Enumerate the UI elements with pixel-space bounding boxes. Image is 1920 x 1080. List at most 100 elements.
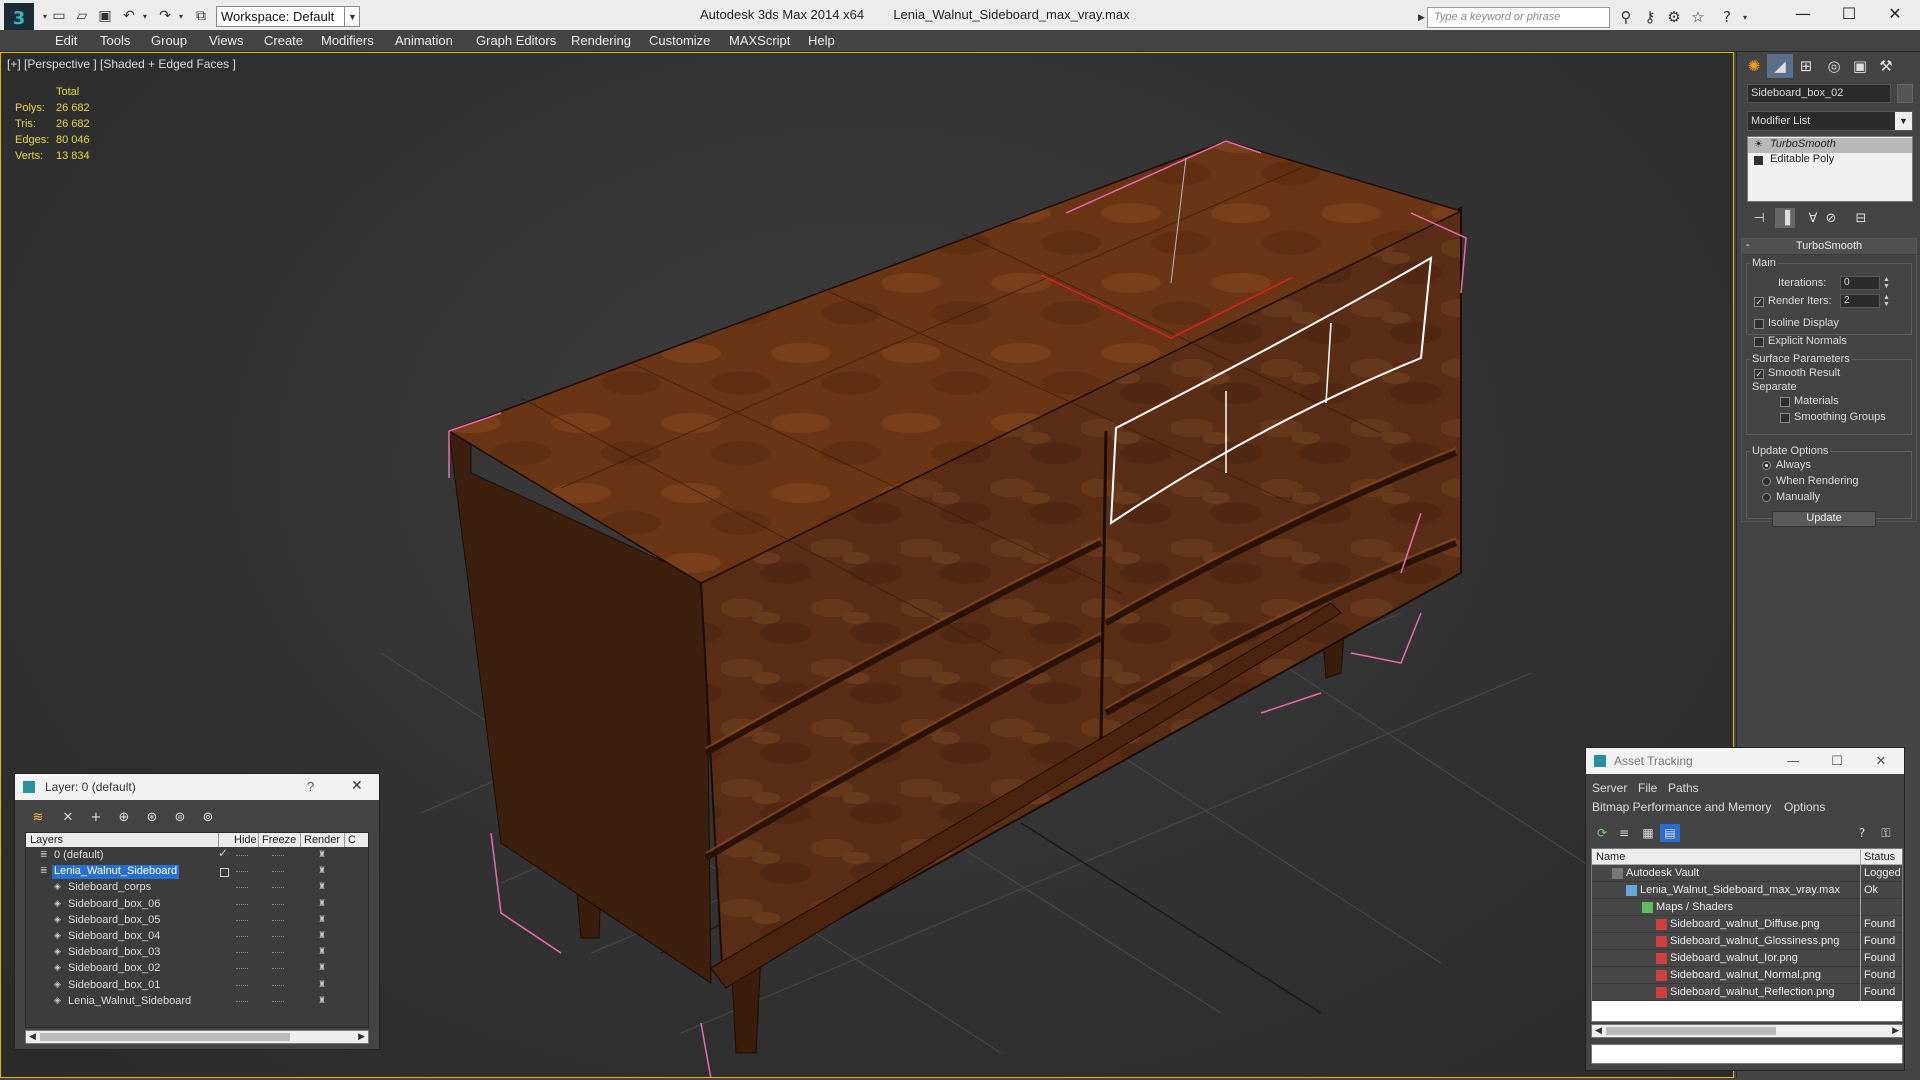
asset-path-field[interactable] — [1591, 1044, 1903, 1064]
column-freeze[interactable]: Freeze — [262, 834, 296, 846]
viewport-label[interactable]: [+] [Perspective ] [Shaded + Edged Faces… — [7, 57, 236, 71]
menu-modifiers[interactable]: Modifiers — [321, 33, 374, 48]
freeze-toggle[interactable] — [272, 887, 284, 889]
freeze-toggle[interactable] — [272, 855, 284, 857]
layer-object-row[interactable]: ◈ Sideboard_box_02 ♜ — [26, 961, 368, 977]
delete-layer-icon[interactable]: ✕ — [59, 808, 77, 826]
hierarchy-tab-icon[interactable]: ⊞ — [1793, 54, 1819, 78]
render-teapot-icon[interactable]: ♜ — [318, 867, 329, 876]
layer-object-row[interactable]: ◈ Lenia_Walnut_Sideboard ♜ — [26, 994, 368, 1010]
explicit-normals-checkbox[interactable] — [1754, 337, 1764, 347]
lightbulb-icon[interactable]: ☀ — [1754, 139, 1763, 150]
iterations-spinner[interactable]: 0 — [1840, 276, 1880, 290]
asset-row[interactable]: Sideboard_walnut_Glossiness.png Found — [1592, 933, 1902, 950]
menu-animation[interactable]: Animation — [395, 33, 453, 48]
undo-dropdown-icon[interactable]: ▾ — [136, 7, 154, 25]
hide-all-layers-icon[interactable]: ⊚ — [199, 808, 217, 826]
close-button[interactable]: ✕ — [1870, 751, 1892, 771]
add-to-layer-icon[interactable]: ⊕ — [115, 808, 133, 826]
expand-icon[interactable] — [1754, 156, 1763, 165]
layer-name[interactable]: 0 (default) — [52, 849, 106, 863]
set-current-layer-box[interactable] — [220, 868, 229, 878]
materials-checkbox[interactable] — [1780, 397, 1790, 407]
render-teapot-icon[interactable]: ♜ — [318, 899, 329, 909]
help-button[interactable]: ? — [307, 779, 314, 794]
layer-object-row[interactable]: ◈ Sideboard_corps ♜ — [26, 880, 368, 896]
refresh-icon[interactable]: ⟳ — [1592, 824, 1612, 842]
hide-toggle[interactable] — [236, 871, 248, 873]
menu-help[interactable]: Help — [808, 33, 835, 48]
stack-item-editable-poly[interactable]: Editable Poly — [1748, 153, 1912, 168]
hide-toggle[interactable] — [236, 968, 248, 970]
scrollbar-thumb[interactable] — [1606, 1027, 1776, 1035]
collapse-icon[interactable]: - — [1746, 239, 1750, 251]
rollout-header[interactable]: - TurboSmooth — [1742, 239, 1916, 255]
create-layer-icon[interactable]: + — [87, 808, 105, 826]
asset-window-titlebar[interactable]: Asset Tracking — ☐ ✕ — [1586, 748, 1904, 774]
smoothing-groups-checkbox[interactable] — [1780, 413, 1790, 423]
layer-name[interactable]: Sideboard_box_05 — [66, 914, 162, 928]
freeze-toggle[interactable] — [272, 952, 284, 954]
minimize-button[interactable]: — — [1782, 751, 1804, 771]
key-icon[interactable]: ⚷ — [1641, 8, 1659, 26]
pin-stack-icon[interactable]: ⊣ — [1749, 208, 1769, 228]
column-status[interactable]: Status — [1864, 851, 1895, 863]
smooth-result-checkbox[interactable]: ✓ — [1754, 369, 1764, 379]
freeze-toggle[interactable] — [272, 871, 284, 873]
asset-menu-bitmap-performance[interactable]: Bitmap Performance and Memory — [1592, 800, 1771, 814]
subscription-icon[interactable]: ⚙ — [1665, 8, 1683, 26]
menu-group[interactable]: Group — [151, 33, 187, 48]
list-view-icon[interactable]: ≡ — [1614, 824, 1634, 842]
maximize-button[interactable]: ☐ — [1826, 0, 1872, 26]
render-teapot-icon[interactable]: ♜ — [318, 996, 329, 1006]
table-view-icon[interactable]: ▤ — [1660, 824, 1680, 842]
search-input[interactable]: Type a keyword or phrase — [1427, 7, 1610, 28]
asset-menu-options[interactable]: Options — [1784, 800, 1825, 814]
layer-object-row[interactable]: ◈ Sideboard_box_01 ♜ — [26, 978, 368, 994]
column-hide[interactable]: Hide — [234, 834, 257, 846]
hide-toggle[interactable] — [236, 1000, 248, 1003]
render-teapot-icon[interactable]: ♜ — [318, 932, 329, 941]
layer-object-row[interactable]: ◈ Sideboard_box_05 ♜ — [26, 913, 368, 929]
asset-menu-server[interactable]: Server — [1592, 781, 1627, 795]
layer-object-row[interactable]: ◈ Sideboard_box_03 ♜ — [26, 945, 368, 961]
minimize-button[interactable]: — — [1780, 0, 1826, 26]
create-tab-icon[interactable]: ✺ — [1741, 54, 1767, 78]
asset-menu-paths[interactable]: Paths — [1668, 781, 1699, 795]
layer-name[interactable]: Sideboard_box_03 — [66, 946, 162, 960]
configure-sets-icon[interactable]: ⊟ — [1851, 208, 1871, 228]
render-teapot-icon[interactable]: ♜ — [318, 980, 329, 990]
isoline-display-checkbox[interactable] — [1754, 319, 1764, 329]
utilities-tab-icon[interactable]: ⚒ — [1873, 54, 1899, 78]
render-teapot-icon[interactable]: ♜ — [318, 883, 329, 892]
column-render[interactable]: Render — [304, 834, 340, 846]
horizontal-scrollbar[interactable]: ◀ ▶ — [1591, 1024, 1903, 1038]
layer-name[interactable]: Sideboard_corps — [66, 881, 153, 895]
workspace-dropdown[interactable]: Workspace: Default — [216, 6, 360, 27]
layer-name[interactable]: Sideboard_box_04 — [66, 930, 162, 944]
menu-edit[interactable]: Edit — [55, 33, 77, 48]
asset-row[interactable]: Autodesk Vault Logged — [1592, 865, 1902, 882]
highlight-selected-icon[interactable]: ⊜ — [171, 808, 189, 826]
menu-maxscript[interactable]: MAXScript — [729, 33, 790, 48]
always-radio[interactable] — [1762, 461, 1771, 470]
hide-toggle[interactable] — [236, 952, 248, 954]
hide-toggle[interactable] — [236, 887, 248, 889]
save-icon[interactable]: ▣ — [96, 7, 114, 25]
close-icon[interactable]: ✕ — [351, 778, 363, 794]
menu-graph-editors[interactable]: Graph Editors — [476, 33, 556, 48]
favorites-star-icon[interactable]: ☆ — [1689, 8, 1707, 26]
binoculars-icon[interactable]: ⚲ — [1617, 8, 1635, 26]
help-icon[interactable]: ? — [1852, 824, 1872, 842]
modifier-list-dropdown[interactable]: Modifier List — [1747, 111, 1913, 131]
select-in-layer-icon[interactable]: ⊛ — [143, 808, 161, 826]
current-layer-check-icon[interactable]: ✓ — [218, 847, 228, 859]
manually-radio[interactable] — [1762, 493, 1771, 502]
chevron-down-icon[interactable]: ▼ — [1895, 112, 1912, 130]
freeze-toggle[interactable] — [272, 984, 284, 987]
layer-name[interactable]: Sideboard_box_06 — [66, 898, 162, 912]
hide-toggle[interactable] — [236, 903, 248, 906]
scroll-left-icon[interactable]: ◀ — [29, 1031, 36, 1042]
render-iters-checkbox[interactable]: ✓ — [1754, 297, 1764, 307]
spinner-arrows-icon[interactable]: ▲ ▼ — [1882, 276, 1891, 290]
